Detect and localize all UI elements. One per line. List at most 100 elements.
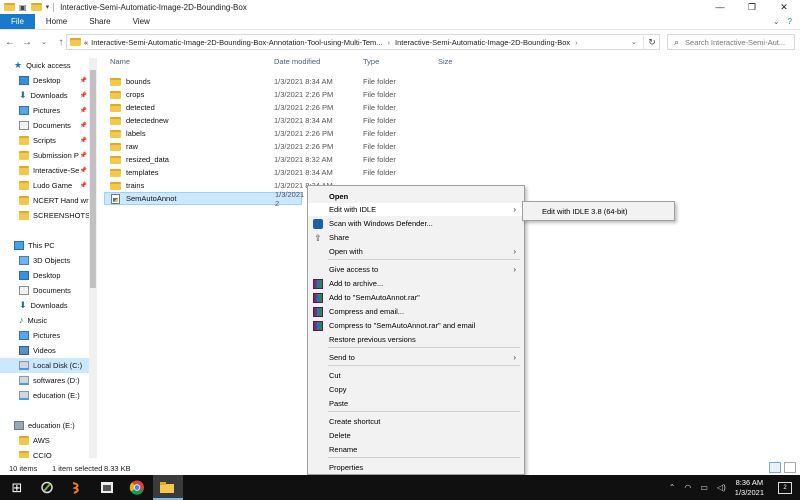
show-hidden-icons-icon[interactable]: ⌃ [669, 483, 676, 492]
sidebar-item[interactable]: NCERT Hand wri [0, 193, 97, 208]
column-name[interactable]: Name [110, 57, 130, 66]
volume-icon[interactable]: ◁) [717, 483, 726, 492]
file-row[interactable]: labels 1/3/2021 2:26 PM File folder [104, 127, 524, 140]
sidebar-item[interactable]: Local Disk (C:) [0, 358, 97, 373]
sidebar-item[interactable]: ⬇ Downloads [0, 298, 97, 313]
forward-arrow-icon[interactable]: → [20, 35, 34, 49]
sidebar-item[interactable]: AWS [0, 433, 97, 448]
file-row[interactable]: SemAutoAnnot 1/3/2021 2 [104, 190, 304, 208]
address-dropdown-icon[interactable]: ⌄ [627, 34, 641, 50]
menu-item[interactable]: ⇪ Share [308, 231, 524, 244]
sidebar-item[interactable]: CCIO [0, 448, 97, 458]
menu-item[interactable]: Copy [308, 383, 524, 396]
menu-item[interactable]: Send to › [308, 351, 524, 364]
menu-item[interactable]: Compress and email... [308, 305, 524, 318]
customize-toolbar-icon[interactable]: ▾ [46, 3, 50, 11]
expand-ribbon-icon[interactable]: ⌄ [773, 17, 780, 26]
clock[interactable]: 8:36 AM 1/3/2021 [735, 478, 764, 498]
close-button[interactable]: ✕ [768, 0, 800, 14]
sidebar-item[interactable]: Pictures 📌 [0, 103, 97, 118]
file-row[interactable]: resized_data 1/3/2021 8:32 AM File folder [104, 153, 524, 166]
tab-home[interactable]: Home [35, 14, 78, 29]
sidebar-item[interactable]: ⬇ Downloads 📌 [0, 88, 97, 103]
refresh-icon[interactable]: ↻ [643, 34, 660, 50]
file-row[interactable]: templates 1/3/2021 8:34 AM File folder [104, 166, 524, 179]
app-icon[interactable] [68, 479, 86, 496]
sidebar-item[interactable]: Pictures [0, 328, 97, 343]
menu-item[interactable]: Cut [308, 369, 524, 382]
file-row[interactable]: detected 1/3/2021 2:26 PM File folder [104, 101, 524, 114]
menu-item[interactable]: Delete [308, 429, 524, 442]
file-row[interactable]: raw 1/3/2021 2:26 PM File folder [104, 140, 524, 153]
sidebar-item-label: Videos [33, 346, 56, 355]
sidebar-item[interactable]: 3D Objects [0, 253, 97, 268]
file-row[interactable]: detectednew 1/3/2021 8:34 AM File folder [104, 114, 524, 127]
menu-item[interactable]: Scan with Windows Defender... [308, 217, 524, 230]
sidebar-item[interactable]: Desktop [0, 268, 97, 283]
menu-item[interactable]: Add to "SemAutoAnnot.rar" [308, 291, 524, 304]
file-row[interactable]: bounds 1/3/2021 8:34 AM File folder [104, 75, 524, 88]
address-bar[interactable]: « Interactive-Semi-Automatic-Image-2D-Bo… [66, 34, 660, 50]
sidebar-item[interactable]: Videos [0, 343, 97, 358]
photos-icon[interactable] [98, 479, 116, 496]
cortana-icon[interactable] [38, 479, 56, 496]
chrome-icon[interactable] [128, 479, 146, 496]
chevron-right-icon[interactable]: › [575, 38, 578, 47]
sidebar-item[interactable]: ♪ Music [0, 313, 97, 328]
sidebar-item[interactable]: Interactive-Se 📌 [0, 163, 97, 178]
properties-icon[interactable]: ▣ [19, 3, 27, 12]
overflow-crumbs[interactable]: « [84, 38, 88, 47]
column-size[interactable]: Size [438, 57, 453, 66]
sidebar-item[interactable]: This PC [0, 238, 97, 253]
sidebar-item[interactable]: SCREENSHOTS [0, 208, 97, 223]
recent-locations-icon[interactable]: ⌄ [37, 35, 51, 49]
large-icons-view-button[interactable] [784, 462, 796, 473]
menu-item[interactable]: Restore previous versions [308, 333, 524, 346]
column-type[interactable]: Type [363, 57, 379, 66]
back-arrow-icon[interactable]: ← [3, 35, 17, 49]
menu-item[interactable]: Compress to "SemAutoAnnot.rar" and email [308, 319, 524, 332]
menu-item[interactable]: Add to archive... [308, 277, 524, 290]
search-input[interactable]: ⌕ Search Interactive-Semi-Aut... [667, 34, 795, 50]
battery-icon[interactable]: ▭ [700, 483, 708, 492]
sidebar-item-label: Downloads [30, 301, 68, 310]
navigation-pane-scrollbar[interactable] [89, 58, 97, 458]
tab-share[interactable]: Share [78, 14, 121, 29]
file-explorer-icon[interactable] [158, 479, 176, 496]
menu-item[interactable]: Rename [308, 443, 524, 456]
minimize-button[interactable]: — [704, 0, 736, 14]
new-folder-icon[interactable] [30, 3, 42, 11]
breadcrumb-parent[interactable]: Interactive-Semi-Automatic-Image-2D-Boun… [91, 38, 382, 47]
menu-item[interactable]: Give access to › [308, 263, 524, 276]
file-row[interactable]: crops 1/3/2021 2:26 PM File folder [104, 88, 524, 101]
tab-file[interactable]: File [0, 14, 35, 29]
start-button[interactable]: ⊞ [8, 479, 26, 496]
chevron-right-icon[interactable]: › [388, 38, 391, 47]
file-date: 1/3/2021 2:26 PM [274, 129, 334, 138]
sidebar-item[interactable]: Desktop 📌 [0, 73, 97, 88]
sidebar-item[interactable]: education (E:) [0, 418, 97, 433]
menu-item[interactable]: Create shortcut [308, 415, 524, 428]
sidebar-item[interactable]: ★ Quick access [0, 58, 97, 73]
sidebar-item[interactable]: education (E:) [0, 388, 97, 403]
scrollbar-thumb[interactable] [90, 70, 96, 288]
menu-item[interactable]: Open [308, 190, 524, 203]
menu-item[interactable]: Paste [308, 397, 524, 410]
notification-center-icon[interactable]: 2 [778, 481, 792, 494]
sidebar-item[interactable]: Scripts 📌 [0, 133, 97, 148]
wifi-icon[interactable]: ◠ [684, 483, 691, 492]
details-view-button[interactable] [769, 462, 781, 473]
sidebar-item[interactable]: Submission P 📌 [0, 148, 97, 163]
sidebar-item[interactable]: softwares (D:) [0, 373, 97, 388]
sidebar-item[interactable]: Documents 📌 [0, 118, 97, 133]
menu-item[interactable]: Open with › [308, 245, 524, 258]
maximize-button[interactable]: ❐ [736, 0, 768, 14]
help-icon[interactable]: ? [788, 17, 792, 26]
submenu-item-idle-3-8[interactable]: Edit with IDLE 3.8 (64-bit) [542, 207, 627, 216]
sidebar-item[interactable]: Ludo Game 📌 [0, 178, 97, 193]
column-date-modified[interactable]: Date modified [274, 57, 320, 66]
tab-view[interactable]: View [122, 14, 161, 29]
menu-item[interactable]: Edit with IDLE › [308, 203, 524, 216]
breadcrumb-current[interactable]: Interactive-Semi-Automatic-Image-2D-Boun… [395, 38, 570, 47]
sidebar-item[interactable]: Documents [0, 283, 97, 298]
